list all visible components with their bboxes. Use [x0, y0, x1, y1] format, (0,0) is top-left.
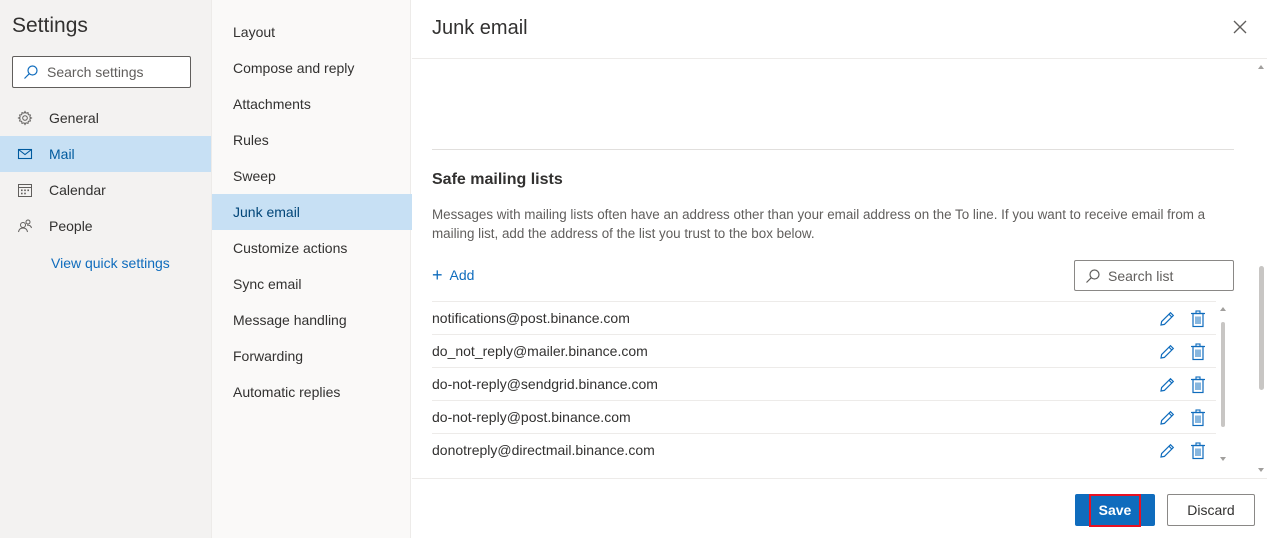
section-divider: [432, 149, 1234, 150]
add-button[interactable]: + Add: [432, 265, 475, 285]
gear-icon: [17, 110, 33, 126]
search-list-input[interactable]: [1108, 267, 1228, 284]
list-scrollbar[interactable]: [1218, 303, 1228, 466]
nav-item-label: Calendar: [49, 182, 106, 198]
subnav-item-forwarding[interactable]: Forwarding: [212, 338, 412, 374]
header-divider: [412, 58, 1267, 59]
section-description: Messages with mailing lists often have a…: [432, 207, 1206, 241]
pane-scrollbar[interactable]: [1255, 60, 1267, 478]
nav-item-people[interactable]: People: [0, 208, 211, 244]
scrollbar-thumb[interactable]: [1259, 266, 1264, 390]
nav-item-label: People: [49, 218, 93, 234]
trash-icon[interactable]: [1190, 442, 1206, 460]
discard-button[interactable]: Discard: [1167, 494, 1255, 526]
view-quick-settings-link[interactable]: View quick settings: [51, 255, 170, 271]
list-item-address: do_not_reply@mailer.binance.com: [432, 343, 648, 359]
list-item: do-not-reply@post.binance.com: [432, 400, 1216, 433]
settings-categories: General Mail Calendar People: [0, 100, 211, 244]
trash-icon[interactable]: [1190, 409, 1206, 427]
subnav-item-junk-email[interactable]: Junk email: [212, 194, 412, 230]
subnav-item-message-handling[interactable]: Message handling: [212, 302, 412, 338]
settings-search-box[interactable]: [12, 56, 191, 88]
page-title: Junk email: [432, 17, 528, 39]
subnav-item-compose-and-reply[interactable]: Compose and reply: [212, 50, 412, 86]
subnav-item-customize-actions[interactable]: Customize actions: [212, 230, 412, 266]
footer-divider: [412, 478, 1267, 479]
search-icon: [24, 65, 38, 79]
nav-item-general[interactable]: General: [0, 100, 211, 136]
add-label: Add: [449, 267, 475, 283]
pencil-icon[interactable]: [1158, 442, 1176, 460]
list-item-address: do-not-reply@sendgrid.binance.com: [432, 376, 658, 392]
scroll-down-arrow-icon[interactable]: [1258, 468, 1264, 472]
trash-icon[interactable]: [1190, 310, 1206, 328]
people-icon: [17, 218, 33, 234]
section-title: Safe mailing lists: [432, 171, 563, 188]
list-item-address: notifications@post.binance.com: [432, 310, 630, 326]
scrollbar-thumb[interactable]: [1221, 322, 1225, 427]
trash-icon[interactable]: [1190, 376, 1206, 394]
settings-title: Settings: [12, 14, 88, 37]
search-list-box[interactable]: [1074, 260, 1234, 291]
subnav-item-sync-email[interactable]: Sync email: [212, 266, 412, 302]
list-item: do_not_reply@mailer.binance.com: [432, 334, 1216, 367]
subnav-item-sweep[interactable]: Sweep: [212, 158, 412, 194]
mail-settings-nav: Layout Compose and reply Attachments Rul…: [211, 0, 412, 538]
nav-item-mail[interactable]: Mail: [0, 136, 211, 172]
settings-search-input[interactable]: [47, 64, 187, 80]
subnav-item-attachments[interactable]: Attachments: [212, 86, 412, 122]
list-item: do-not-reply@sendgrid.binance.com: [432, 367, 1216, 400]
pencil-icon[interactable]: [1158, 310, 1176, 328]
nav-item-label: Mail: [49, 146, 75, 162]
subnav-item-layout[interactable]: Layout: [212, 14, 412, 50]
calendar-icon: [17, 182, 33, 198]
scroll-up-arrow-icon[interactable]: [1220, 307, 1226, 311]
scroll-down-arrow-icon[interactable]: [1220, 457, 1226, 461]
settings-sidebar: Settings General Mail Calendar: [0, 0, 211, 538]
scroll-up-arrow-icon[interactable]: [1258, 65, 1264, 69]
list-item-address: do-not-reply@post.binance.com: [432, 409, 631, 425]
trash-icon[interactable]: [1190, 343, 1206, 361]
pencil-icon[interactable]: [1158, 376, 1176, 394]
nav-item-label: General: [49, 110, 99, 126]
safe-mailing-list: notifications@post.binance.com do_not_re…: [432, 301, 1216, 466]
plus-icon: +: [432, 265, 443, 285]
list-item-address: donotreply@directmail.binance.com: [432, 442, 655, 458]
mail-icon: [17, 146, 33, 162]
list-item: donotreply@directmail.binance.com: [432, 433, 1216, 466]
search-icon: [1086, 268, 1100, 283]
subnav-item-rules[interactable]: Rules: [212, 122, 412, 158]
pencil-icon[interactable]: [1158, 343, 1176, 361]
pencil-icon[interactable]: [1158, 409, 1176, 427]
save-button[interactable]: Save: [1075, 494, 1155, 526]
nav-item-calendar[interactable]: Calendar: [0, 172, 211, 208]
junk-email-pane: Junk email Safe mailing lists Messages w…: [412, 0, 1267, 538]
close-icon[interactable]: [1231, 18, 1249, 36]
list-item: notifications@post.binance.com: [432, 301, 1216, 334]
subnav-item-automatic-replies[interactable]: Automatic replies: [212, 374, 412, 410]
